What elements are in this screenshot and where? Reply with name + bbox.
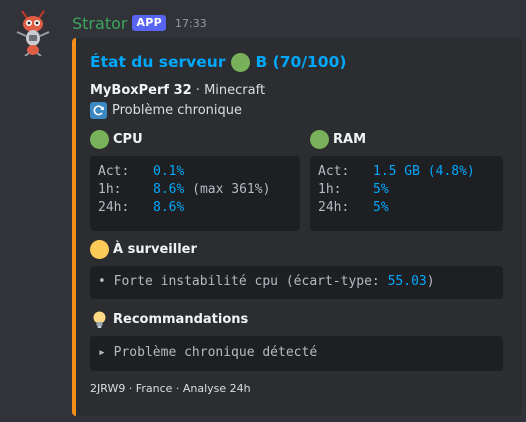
ram-field-name: RAM — [333, 132, 367, 147]
watch-field-header: À surveiller — [90, 240, 197, 259]
ram-row-value: 5% — [373, 200, 389, 215]
watch-code-block: • Forte instabilité cpu (écart-type: 55.… — [90, 266, 503, 299]
watch-suffix: ) — [426, 274, 435, 289]
app-badge: APP — [132, 15, 166, 31]
bot-avatar[interactable] — [12, 10, 54, 57]
username[interactable]: Strator — [72, 14, 127, 33]
cpu-row: 1h: 8.6% (max 361%) — [98, 181, 300, 199]
ram-row: 1h: 5% — [318, 181, 503, 199]
server-line: MyBoxPerf 32 · Minecraft — [90, 83, 265, 98]
ram-row: Act: 1.5 GB (4.8%) — [318, 163, 503, 181]
ram-row-label: 1h: — [318, 182, 342, 197]
ram-field-header: RAM — [310, 130, 366, 149]
cpu-row-extra: (max 361%) — [184, 182, 271, 197]
cpu-row-label: 1h: — [98, 182, 122, 197]
ram-code-block: Act: 1.5 GB (4.8%) 1h: 5% 24h: 5% — [310, 156, 503, 231]
embed-title: État du serveur B (70/100) — [90, 51, 346, 73]
ram-row-value: 1.5 GB (4.8%) — [373, 164, 475, 179]
watch-row: • Forte instabilité cpu (écart-type: 55.… — [98, 273, 503, 291]
cpu-row-label: 24h: — [98, 200, 130, 215]
watch-text: • Forte instabilité cpu (écart-type: — [98, 274, 388, 289]
recommendation-row: ▸ Problème chronique détecté — [98, 344, 503, 362]
ram-row: 24h: 5% — [318, 199, 503, 217]
timestamp[interactable]: 17:33 — [175, 17, 207, 30]
cpu-row: 24h: 8.6% — [98, 199, 300, 217]
cpu-row: Act: 0.1% — [98, 163, 300, 181]
cpu-row-value: 8.6% — [153, 200, 185, 215]
ram-row-label: 24h: — [318, 200, 350, 215]
watch-field-name: À surveiller — [113, 242, 197, 257]
recommendation-text: ▸ Problème chronique détecté — [98, 345, 318, 360]
cpu-row-value: 0.1% — [153, 164, 185, 179]
recommendations-field-name: Recommandations — [113, 312, 249, 327]
green-circle-icon — [90, 130, 109, 149]
message-header: Strator APP 17:33 — [72, 12, 207, 34]
server-game: · Minecraft — [191, 83, 266, 98]
cpu-field-name: CPU — [113, 132, 143, 147]
recommendations-field-header: Recommandations — [90, 310, 248, 329]
lightbulb-icon — [90, 310, 109, 329]
green-circle-icon — [231, 52, 251, 72]
cpu-row-label: Act: — [98, 164, 130, 179]
embed-title-grade: B (70/100) — [255, 53, 347, 71]
embed-title-text: État du serveur — [90, 53, 226, 71]
cpu-code-block: Act: 0.1% 1h: 8.6% (max 361%) 24h: 8.6% — [90, 156, 300, 231]
embed-footer: 2JRW9 · France · Analyse 24h — [90, 382, 251, 395]
yellow-circle-icon — [90, 240, 109, 259]
ram-row-value: 5% — [373, 182, 389, 197]
cpu-field-header: CPU — [90, 130, 143, 149]
cpu-row-value: 8.6% — [153, 182, 185, 197]
server-status-embed: État du serveur B (70/100) MyBoxPerf 32 … — [72, 38, 522, 416]
server-name: MyBoxPerf 32 — [90, 83, 192, 98]
green-circle-icon — [310, 130, 329, 149]
watch-value: 55.03 — [387, 274, 427, 289]
recommendations-code-block: ▸ Problème chronique détecté — [90, 336, 503, 371]
embed-accent-bar — [72, 38, 76, 416]
refresh-icon — [90, 102, 107, 119]
status-text: Problème chronique — [112, 103, 243, 118]
robot-ant-avatar-icon — [16, 10, 50, 57]
status-line: Problème chronique — [90, 102, 242, 119]
ram-row-label: Act: — [318, 164, 350, 179]
